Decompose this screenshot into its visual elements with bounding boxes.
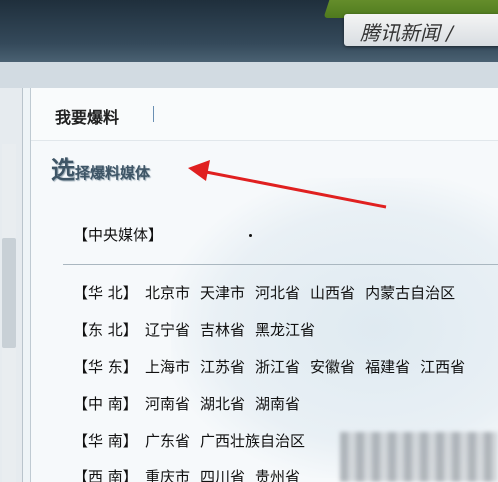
banner-slogan-box: 腾讯新闻 / [344, 14, 498, 46]
watermark-blur [340, 432, 498, 482]
tab-separator [153, 106, 154, 122]
province-link[interactable]: 四川省 [200, 468, 245, 482]
province-link[interactable]: 辽宁省 [145, 321, 190, 339]
section-title-rest: 择爆料媒体 [75, 164, 151, 182]
province-link[interactable]: 天津市 [200, 284, 245, 302]
province-link[interactable]: 浙江省 [255, 358, 300, 376]
region-row: 【东 北】 辽宁省 吉林省 黑龙江省 [73, 319, 325, 340]
province-link[interactable]: 河北省 [255, 284, 300, 302]
region-label: 【华 南】 [73, 432, 138, 450]
province-link[interactable]: 河南省 [145, 395, 190, 413]
section-title: 选择爆料媒体 [51, 150, 150, 185]
central-media-link[interactable]: 【中央媒体】 [73, 226, 163, 244]
province-link[interactable]: 安徽省 [310, 358, 355, 376]
region-label: 【华 北】 [73, 284, 138, 302]
central-media-row: 【中央媒体】 [73, 224, 163, 245]
section-title-first-char: 选 [51, 156, 75, 184]
province-link[interactable]: 江苏省 [200, 358, 245, 376]
region-label: 【中 南】 [73, 395, 138, 413]
header-band [0, 62, 498, 88]
province-link[interactable]: 吉林省 [200, 321, 245, 339]
bullet-dot [249, 234, 252, 237]
province-link[interactable]: 福建省 [365, 358, 410, 376]
province-link[interactable]: 广东省 [145, 432, 190, 450]
region-label: 【东 北】 [73, 321, 138, 339]
banner-slogan: 腾讯新闻 / [360, 21, 454, 45]
province-link[interactable]: 广西壮族自治区 [200, 432, 305, 450]
province-link[interactable]: 上海市 [145, 358, 190, 376]
region-row: 【西 南】 重庆市 四川省 贵州省 [73, 466, 310, 482]
scrollbar-thumb[interactable] [2, 238, 16, 348]
page-banner: 腾讯新闻 / [0, 0, 498, 62]
province-link[interactable]: 贵州省 [255, 468, 300, 482]
region-row: 【华 东】 上海市 江苏省 浙江省 安徽省 福建省 江西省 [73, 356, 475, 377]
province-link[interactable]: 北京市 [145, 284, 190, 302]
tab-bar: 我要爆料 [31, 88, 498, 141]
tab-report[interactable]: 我要爆料 [55, 104, 119, 128]
province-link[interactable]: 江西省 [420, 358, 465, 376]
province-link[interactable]: 重庆市 [145, 468, 190, 482]
divider [63, 264, 498, 265]
region-row: 【华 南】 广东省 广西壮族自治区 [73, 430, 315, 451]
province-link[interactable]: 内蒙古自治区 [365, 284, 455, 302]
region-row: 【华 北】 北京市 天津市 河北省 山西省 内蒙古自治区 [73, 282, 465, 303]
province-link[interactable]: 湖南省 [255, 395, 300, 413]
region-label: 【西 南】 [73, 468, 138, 482]
province-link[interactable]: 山西省 [310, 284, 355, 302]
region-label: 【华 东】 [73, 358, 138, 376]
province-link[interactable]: 黑龙江省 [255, 321, 315, 339]
left-scroll-panel [0, 88, 23, 482]
region-row: 【中 南】 河南省 湖北省 湖南省 [73, 393, 310, 414]
province-link[interactable]: 湖北省 [200, 395, 245, 413]
main-content: 我要爆料 选择爆料媒体 【中央媒体】 【华 北】 北京市 天津市 河北省 山西省 内蒙古自… [30, 88, 498, 482]
